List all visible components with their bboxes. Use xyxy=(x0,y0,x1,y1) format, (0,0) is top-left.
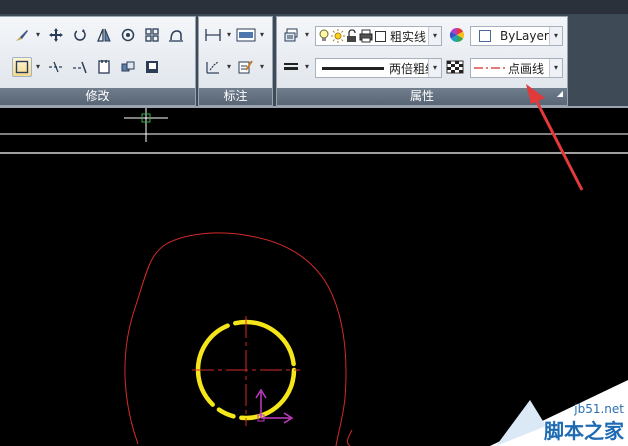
chevron-down-icon[interactable]: ▾ xyxy=(258,25,266,45)
chevron-down-icon[interactable]: ▾ xyxy=(428,59,441,77)
lineweight-sample-icon xyxy=(322,66,384,70)
chevron-down-icon[interactable]: ▾ xyxy=(428,27,441,45)
rotate-icon[interactable] xyxy=(70,25,90,45)
color-combo[interactable]: ByLayer ▾ xyxy=(470,26,563,46)
table-icon[interactable] xyxy=(235,25,257,45)
chevron-down-icon[interactable]: ▾ xyxy=(225,57,233,77)
layer-combo[interactable]: 粗实线 ▾ xyxy=(315,26,442,46)
chevron-down-icon[interactable]: ▾ xyxy=(549,59,562,77)
color-wheel-icon[interactable] xyxy=(447,25,467,45)
red-freehand-outline[interactable] xyxy=(124,232,347,446)
layer-color-swatch-icon xyxy=(375,30,386,42)
chevron-down-icon[interactable]: ▾ xyxy=(258,57,266,77)
chevron-down-icon[interactable]: ▾ xyxy=(34,25,42,45)
color-swatch-icon xyxy=(479,30,491,42)
offset-icon[interactable] xyxy=(118,25,138,45)
lineweight-icon[interactable] xyxy=(281,57,301,77)
move-icon[interactable] xyxy=(46,25,66,45)
edit-dim-icon[interactable] xyxy=(235,57,255,77)
rectangle-icon[interactable] xyxy=(12,57,32,77)
watermark-name: 脚本之家 xyxy=(544,419,624,443)
properties-panel: ▾ 粗实线 ▾ ByLayer ▾ ▾ 两倍粗 ▾ 点画线 ▾ 属性 ◢ xyxy=(276,16,568,106)
sun-icon xyxy=(331,29,345,43)
mirror-icon[interactable] xyxy=(94,25,114,45)
trim-icon[interactable] xyxy=(46,57,66,77)
red-outline-tail[interactable] xyxy=(346,429,353,446)
ribbon-tab-strip xyxy=(0,0,628,14)
stretch-icon[interactable] xyxy=(166,25,186,45)
transparency-icon[interactable] xyxy=(445,57,465,77)
leader-icon[interactable] xyxy=(203,57,223,77)
chevron-down-icon[interactable]: ▾ xyxy=(303,25,311,45)
linetype-sample-icon xyxy=(474,65,506,71)
modify-panel: ▾ ▾ 修改 xyxy=(0,16,196,106)
dimension-panel-label[interactable]: 标注 xyxy=(199,88,272,105)
chevron-down-icon[interactable]: ▾ xyxy=(303,57,311,77)
extend-icon[interactable] xyxy=(70,57,90,77)
ribbon: ▾ ▾ 修改 ▾ ▾ ▾ ▾ 标注 ▾ 粗实线 ▾ ByLayer ▾ ▾ 两倍… xyxy=(0,0,628,108)
dimension-panel: ▾ ▾ ▾ ▾ 标注 xyxy=(198,16,273,106)
array-icon[interactable] xyxy=(142,25,162,45)
red-centerlines[interactable] xyxy=(192,316,300,426)
crosshair-cursor xyxy=(124,108,168,142)
explode-icon[interactable] xyxy=(118,57,138,77)
chevron-down-icon[interactable]: ▾ xyxy=(549,27,562,45)
match-properties-icon[interactable] xyxy=(281,25,301,45)
modify-panel-label[interactable]: 修改 xyxy=(0,88,195,105)
fill-icon[interactable] xyxy=(142,57,162,77)
linetype-combo-value: 点画线 xyxy=(508,61,545,76)
color-combo-value: ByLayer xyxy=(500,29,549,43)
lineweight-combo[interactable]: 两倍粗细 ▾ xyxy=(315,58,442,78)
watermark: jb51.net 脚本之家 xyxy=(490,380,628,446)
properties-panel-label[interactable]: 属性 ◢ xyxy=(277,88,567,105)
chevron-down-icon[interactable]: ▾ xyxy=(34,57,42,77)
linetype-combo[interactable]: 点画线 ▾ xyxy=(470,58,563,78)
panel-expand-arrow-icon[interactable]: ◢ xyxy=(557,85,563,102)
layer-combo-value: 粗实线 xyxy=(390,29,427,44)
copy-icon[interactable] xyxy=(94,57,114,77)
lineweight-combo-value: 两倍粗细 xyxy=(389,61,429,76)
linear-dim-icon[interactable] xyxy=(203,25,223,45)
brush-icon[interactable] xyxy=(12,25,32,45)
properties-panel-label-text: 属性 xyxy=(409,89,434,103)
bulb-icon xyxy=(318,29,330,43)
lock-icon xyxy=(346,29,358,43)
print-icon xyxy=(359,29,373,43)
watermark-url: jb51.net xyxy=(574,402,624,416)
chevron-down-icon[interactable]: ▾ xyxy=(225,25,233,45)
